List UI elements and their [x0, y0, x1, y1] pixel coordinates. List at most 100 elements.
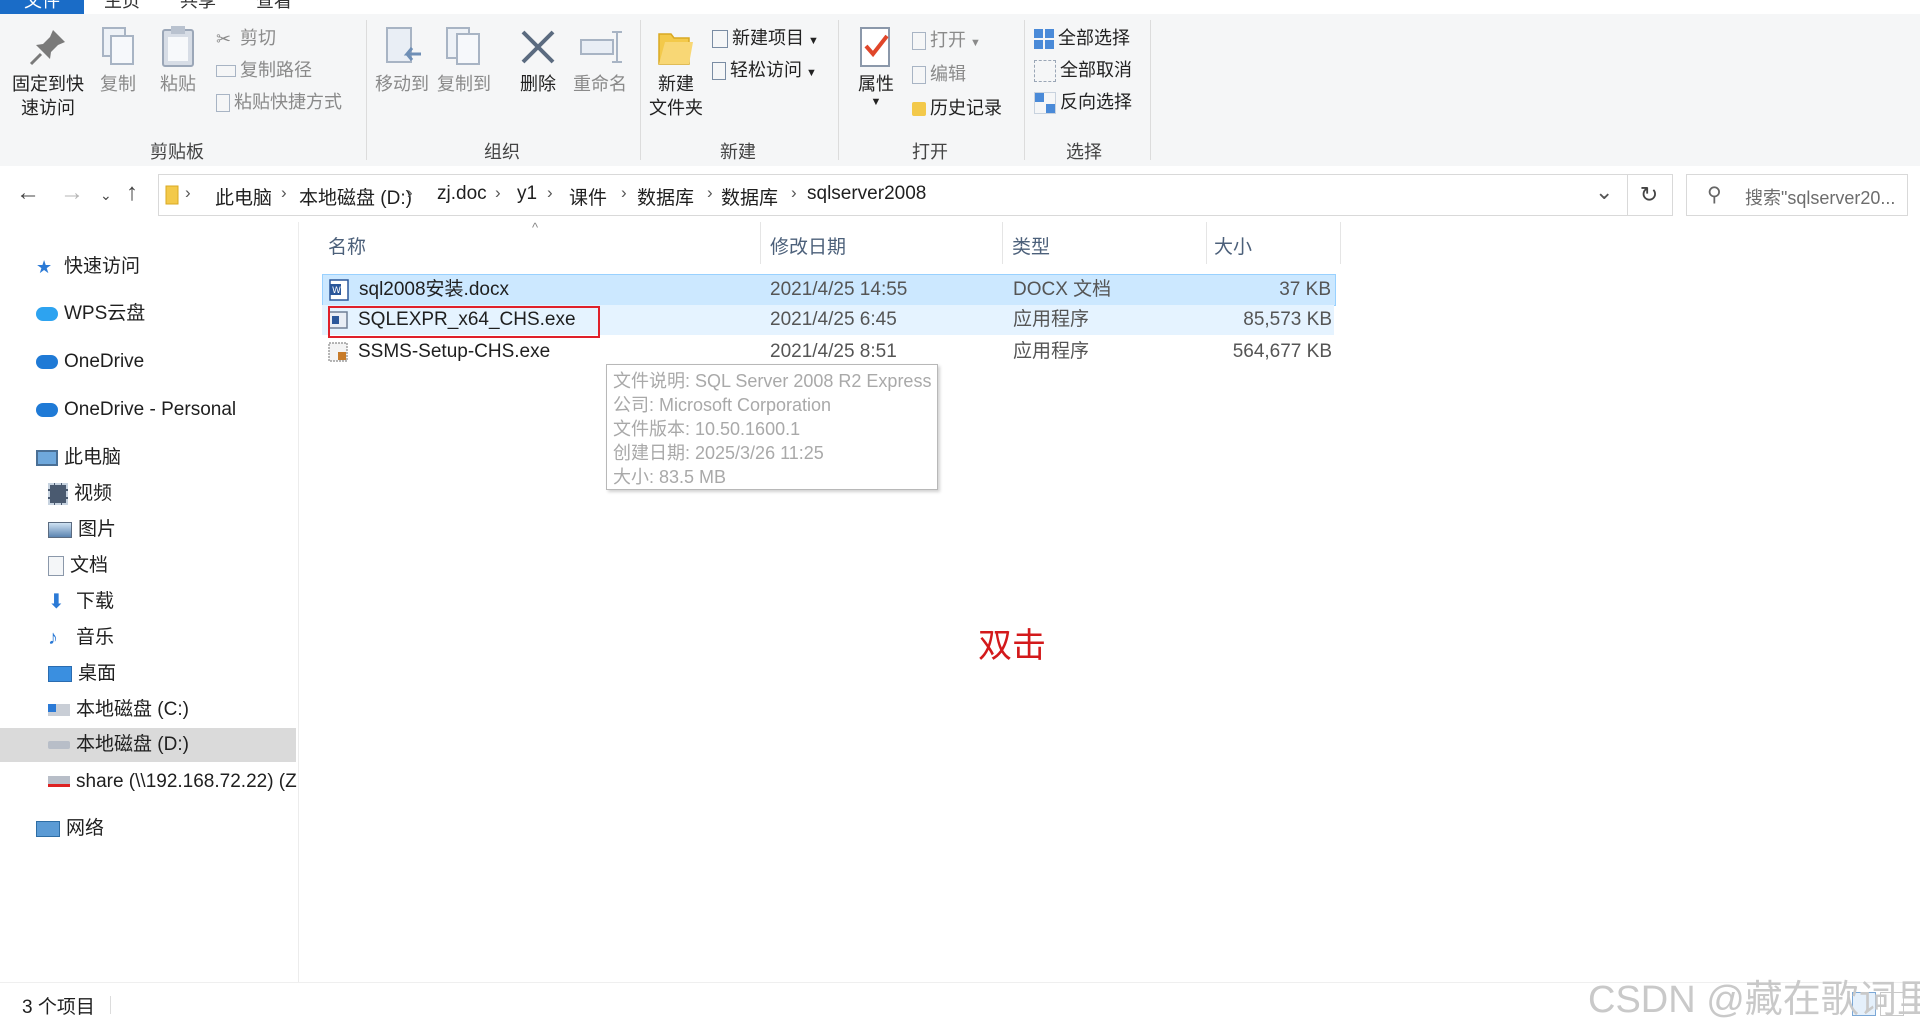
cut-button[interactable]: ✂ 剪切 [216, 24, 276, 52]
breadcrumb-sqlserver2008[interactable]: sqlserver2008 [807, 183, 926, 205]
easy-access-button[interactable]: 轻松访问 ▼ [712, 56, 817, 84]
breadcrumb-database-2[interactable]: 数据库 [721, 183, 778, 210]
up-arrow-icon[interactable]: ↑ [126, 178, 138, 208]
nav-label: WPS云盘 [64, 303, 146, 324]
nav-onedrive-personal[interactable]: OneDrive - Personal [36, 393, 236, 427]
move-to-button[interactable]: 移动到 [372, 24, 432, 96]
address-bar[interactable]: › 此电脑 › 本地磁盘 (D:) › zj.doc › y1 › 课件 › 数… [158, 174, 1628, 216]
file-info-tooltip: 文件说明: SQL Server 2008 R2 Express 公司: Mic… [606, 364, 938, 490]
column-header-date-modified[interactable]: 修改日期 [770, 232, 846, 259]
rename-button[interactable]: 重命名 [570, 24, 630, 96]
folder-icon [165, 185, 179, 205]
new-group-label: 新建 [720, 142, 756, 162]
copy-path-icon [216, 65, 236, 78]
file-row-docx[interactable]: W sql2008安装.docx 2021/4/25 14:55 DOCX 文档… [322, 274, 1336, 306]
history-icon [912, 102, 926, 117]
pin-to-quick-access-button[interactable]: 固定到快 速访问 [8, 24, 88, 120]
refresh-icon[interactable]: ↻ [1626, 174, 1673, 216]
copy-to-button[interactable]: 复制到 [434, 24, 494, 96]
nav-videos[interactable]: 视频 [48, 477, 112, 511]
recent-locations-chevron-icon[interactable]: ⌄ [100, 180, 112, 210]
nav-wps-cloud[interactable]: WPS云盘 [36, 297, 145, 331]
paste-shortcut-button[interactable]: 粘贴快捷方式 [216, 88, 342, 116]
svg-text:W: W [332, 286, 341, 296]
select-all-button[interactable]: 全部选择 [1034, 24, 1130, 52]
nav-label: 图片 [78, 519, 117, 540]
back-arrow-icon[interactable]: ← [16, 178, 40, 208]
nav-pictures[interactable]: 图片 [48, 513, 116, 547]
column-separator[interactable] [1002, 222, 1003, 264]
open-icon [912, 32, 926, 51]
nav-label: 视频 [74, 483, 113, 504]
tab-view[interactable]: 查看 [256, 0, 292, 14]
file-name: SSMS-Setup-CHS.exe [358, 341, 551, 362]
column-header-size[interactable]: 大小 [1214, 232, 1252, 259]
rename-icon [580, 31, 622, 63]
breadcrumb-database-1[interactable]: 数据库 [637, 183, 694, 210]
nav-network-share-z[interactable]: share (\\192.168.72.22) (Z [48, 765, 298, 799]
desktop-icon [48, 665, 72, 682]
history-button[interactable]: 历史记录 [912, 94, 1002, 122]
nav-this-pc[interactable]: 此电脑 [36, 441, 121, 475]
rename-label: 重命名 [573, 74, 627, 94]
nav-onedrive[interactable]: OneDrive [36, 345, 144, 379]
column-separator[interactable] [1206, 222, 1207, 264]
nav-quick-access[interactable]: ★ 快速访问 [36, 250, 140, 284]
nav-desktop[interactable]: 桌面 [48, 657, 116, 691]
nav-label: OneDrive [64, 351, 145, 372]
chevron-down-icon: ▼ [808, 35, 819, 47]
new-item-button[interactable]: 新建项目 ▼ [712, 24, 819, 52]
new-folder-button[interactable]: 新建 文件夹 [646, 24, 706, 120]
chevron-down-icon: ▼ [806, 67, 817, 79]
breadcrumb-zj-doc[interactable]: zj.doc [437, 183, 487, 205]
nav-documents[interactable]: 文档 [48, 549, 108, 583]
status-divider [110, 996, 111, 1014]
item-count: 3 个项目 [22, 997, 95, 1018]
tab-file[interactable]: 文件 [0, 0, 84, 14]
breadcrumb-this-pc[interactable]: 此电脑 [215, 183, 272, 210]
star-icon: ★ [36, 256, 53, 277]
delete-button[interactable]: 删除 [512, 24, 564, 96]
file-size: 564,677 KB [1232, 341, 1332, 362]
paste-button[interactable]: 粘贴 [152, 24, 204, 96]
search-input[interactable]: ⚲ 搜索"sqlserver20... [1686, 174, 1908, 216]
address-dropdown-chevron-icon[interactable]: ⌄ [1595, 179, 1613, 205]
film-icon [48, 482, 68, 505]
nav-label: 桌面 [78, 663, 117, 684]
select-none-button[interactable]: 全部取消 [1034, 56, 1132, 84]
open-label: 打开 [930, 30, 966, 50]
nav-local-disk-d[interactable]: 本地磁盘 (D:) [0, 728, 296, 762]
tab-share[interactable]: 共享 [180, 0, 216, 14]
nav-downloads[interactable]: ⬇ 下载 [48, 585, 114, 619]
file-row-ssms[interactable]: SSMS-Setup-CHS.exe 2021/4/25 8:51 应用程序 5… [322, 337, 1334, 367]
tab-home[interactable]: 主页 [104, 0, 140, 14]
history-label: 历史记录 [930, 98, 1002, 118]
breadcrumb-separator-icon: › [621, 183, 627, 202]
file-date: 2021/4/25 8:51 [770, 341, 897, 362]
clipboard-icon [162, 26, 194, 67]
column-separator[interactable] [760, 222, 761, 264]
copy-button[interactable]: 复制 [92, 24, 144, 96]
forward-arrow-icon[interactable]: → [60, 178, 84, 208]
cloud-icon [36, 306, 58, 321]
open-button[interactable]: 打开 ▼ [912, 26, 981, 54]
nav-label: OneDrive - Personal [64, 399, 237, 420]
copy-to-icon [446, 27, 480, 65]
breadcrumb-courseware[interactable]: 课件 [569, 183, 607, 210]
nav-music[interactable]: ♪ 音乐 [48, 621, 114, 655]
ribbon-tab-bar: 文件 主页 共享 查看 [0, 0, 1920, 15]
edit-label: 编辑 [930, 64, 966, 84]
nav-label: 本地磁盘 (D:) [76, 734, 189, 755]
breadcrumb-y1[interactable]: y1 [517, 183, 537, 205]
breadcrumb-drive-d[interactable]: 本地磁盘 (D:) [299, 183, 412, 210]
nav-local-disk-c[interactable]: 本地磁盘 (C:) [48, 693, 189, 727]
copy-path-button[interactable]: 复制路径 [216, 56, 312, 84]
invert-selection-button[interactable]: 反向选择 [1034, 88, 1132, 116]
properties-button[interactable]: 属性 ▼ [846, 24, 906, 108]
column-header-type[interactable]: 类型 [1012, 232, 1050, 259]
column-header-name[interactable]: 名称 [328, 232, 366, 259]
edit-button[interactable]: 编辑 [912, 60, 966, 88]
column-separator[interactable] [1340, 222, 1341, 264]
chevron-down-icon: ▼ [870, 96, 882, 108]
nav-network[interactable]: 网络 [36, 812, 104, 846]
